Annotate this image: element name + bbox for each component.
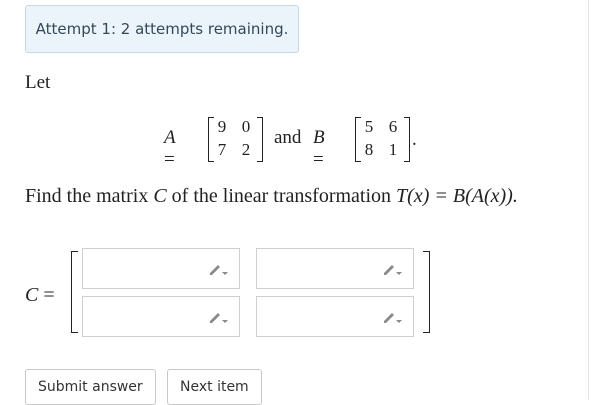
pencil-icon[interactable] — [381, 261, 403, 277]
matrix-b-left-bracket — [355, 117, 361, 162]
scrollbar[interactable] — [588, 0, 611, 400]
matrix-a-right-bracket — [257, 117, 263, 162]
matrix-b-right-bracket — [404, 117, 410, 162]
question-text: Find the matrix C of the linear transfor… — [25, 185, 518, 208]
matrix-b-label: B = — [313, 127, 325, 170]
and-text: and — [274, 127, 302, 148]
matrix-b-cell: 8 — [364, 140, 374, 159]
matrix-b-cell: 6 — [388, 117, 398, 136]
answer-cell-1-2[interactable] — [256, 248, 414, 289]
matrix-a-cell: 2 — [241, 140, 251, 159]
answer-label: C = — [25, 284, 55, 306]
pencil-icon[interactable] — [207, 309, 229, 325]
matrix-a-cell: 0 — [241, 117, 251, 136]
pencil-icon[interactable] — [207, 261, 229, 277]
question-part-2: of the linear transformation — [166, 185, 397, 207]
matrix-b-cell: 5 — [364, 117, 374, 136]
answer-cell-2-2[interactable] — [256, 296, 414, 337]
matrix-b: 5 6 8 1 — [355, 117, 410, 163]
pencil-icon[interactable] — [381, 309, 403, 325]
matrix-a: 9 0 7 2 — [208, 117, 263, 163]
attempts-text: Attempt 1: 2 attempts remaining. — [35, 20, 289, 38]
question-part-1: Find the matrix — [25, 185, 154, 207]
question-var-c: C — [153, 185, 167, 207]
matrix-a-cell: 9 — [217, 117, 227, 136]
matrix-a-cell: 7 — [217, 140, 227, 159]
answer-right-bracket — [423, 251, 430, 333]
answer-cell-2-1[interactable] — [82, 296, 240, 337]
matrix-a-label: A = — [164, 127, 176, 170]
question-formula: T(x) = B(A(x)). — [396, 185, 518, 207]
definition-period: . — [412, 129, 417, 150]
attempts-alert: Attempt 1: 2 attempts remaining. — [25, 5, 299, 53]
matrix-a-left-bracket — [208, 117, 214, 162]
intro-text: Let — [25, 72, 51, 93]
matrix-b-cell: 1 — [388, 140, 398, 159]
answer-cell-1-1[interactable] — [82, 248, 240, 289]
answer-left-bracket — [71, 251, 78, 333]
